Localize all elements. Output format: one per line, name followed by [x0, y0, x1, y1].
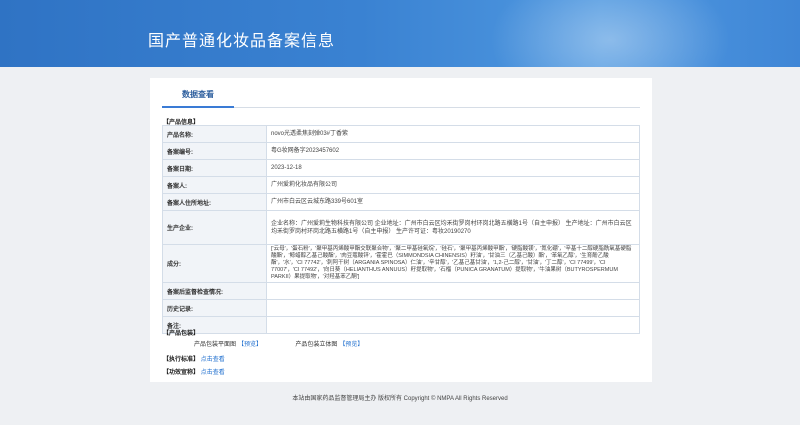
banner-glow — [480, 0, 740, 67]
row-value: 广州市白云区云城东路339号601室 — [266, 193, 640, 211]
table-row: 备案编号: 粤G妆网备字2023457602 — [162, 142, 640, 160]
product-info-table: 产品名称: novo光透柔焦刻弹03#丁香紫 备案编号: 粤G妆网备字20234… — [162, 125, 640, 334]
table-row: 成分: ['云母'，'蛋石粉'，'聚甲基丙烯酸甲酯交联聚合物'，'聚二甲基硅氧烷… — [162, 244, 640, 283]
row-value — [266, 282, 640, 300]
row-value: novo光透柔焦刻弹03#丁香紫 — [266, 125, 640, 143]
table-row: 备案日期: 2023-12-18 — [162, 159, 640, 177]
standard-view-link[interactable]: 点击查看 — [201, 357, 225, 363]
row-value — [266, 316, 640, 334]
row-label: 备案人住所地址: — [162, 193, 267, 211]
row-label: 备案日期: — [162, 159, 267, 177]
row-value: 粤G妆网备字2023457602 — [266, 142, 640, 160]
table-row: 备注: — [162, 316, 640, 334]
standard-label: 【执行标准】 — [163, 357, 200, 363]
row-value: 广州爱莉化妆品有限公司 — [266, 176, 640, 194]
row-label: 备案后监督检查情况: — [162, 282, 267, 300]
packaging-flat-label: 产品包装平面图 — [194, 342, 237, 348]
content-card: 数据查看 【产品信息】 产品名称: novo光透柔焦刻弹03#丁香紫 备案编号:… — [150, 78, 652, 382]
row-label: 备案编号: — [162, 142, 267, 160]
efficacy-row: 【功效宣称】 点击查看 — [163, 367, 225, 376]
standard-row: 【执行标准】 点击查看 — [163, 354, 225, 363]
table-row: 备案人住所地址: 广州市白云区云城东路339号601室 — [162, 193, 640, 211]
table-row: 历史记录: — [162, 299, 640, 317]
row-label: 产品名称: — [162, 125, 267, 143]
packaging-section-title: 【产品包装】 — [163, 331, 200, 337]
row-label: 历史记录: — [162, 299, 267, 317]
efficacy-label: 【功效宣称】 — [163, 370, 200, 376]
row-label: 备案人: — [162, 176, 267, 194]
tab-bar: 数据查看 — [162, 88, 640, 108]
efficacy-view-link[interactable]: 点击查看 — [201, 370, 225, 376]
packaging-flat-preview-link[interactable]: 【预览】 — [238, 342, 262, 348]
page-title: 国产普通化妆品备案信息 — [148, 33, 336, 50]
tab-data-view[interactable]: 数据查看 — [162, 88, 234, 108]
row-value — [266, 299, 640, 317]
row-value: 2023-12-18 — [266, 159, 640, 177]
row-value: 企业名称：广州爱莉生物科技有限公司 企业地址：广州市白云区均禾街罗岗村环岗北路五… — [266, 210, 640, 245]
footer-copyright: 本站由国家药品监督管理局主办 版权所有 Copyright © NMPA All… — [292, 396, 508, 402]
table-row: 备案人: 广州爱莉化妆品有限公司 — [162, 176, 640, 194]
table-row: 生产企业: 企业名称：广州爱莉生物科技有限公司 企业地址：广州市白云区均禾街罗岗… — [162, 210, 640, 245]
table-row: 备案后监督检查情况: — [162, 282, 640, 300]
row-label: 生产企业: — [162, 210, 267, 245]
packaging-links: 产品包装平面图 【预览】 产品包装立体图 【预览】 — [194, 339, 365, 348]
row-label: 成分: — [162, 244, 267, 283]
header-banner: 国产普通化妆品备案信息 — [0, 0, 800, 67]
row-value: ['云母'，'蛋石粉'，'聚甲基丙烯酸甲酯交联聚合物'，'聚二甲基硅氧烷'，'硅… — [266, 244, 640, 283]
packaging-solid-label: 产品包装立体图 — [295, 342, 338, 348]
table-row: 产品名称: novo光透柔焦刻弹03#丁香紫 — [162, 125, 640, 143]
packaging-solid-preview-link[interactable]: 【预览】 — [339, 342, 363, 348]
